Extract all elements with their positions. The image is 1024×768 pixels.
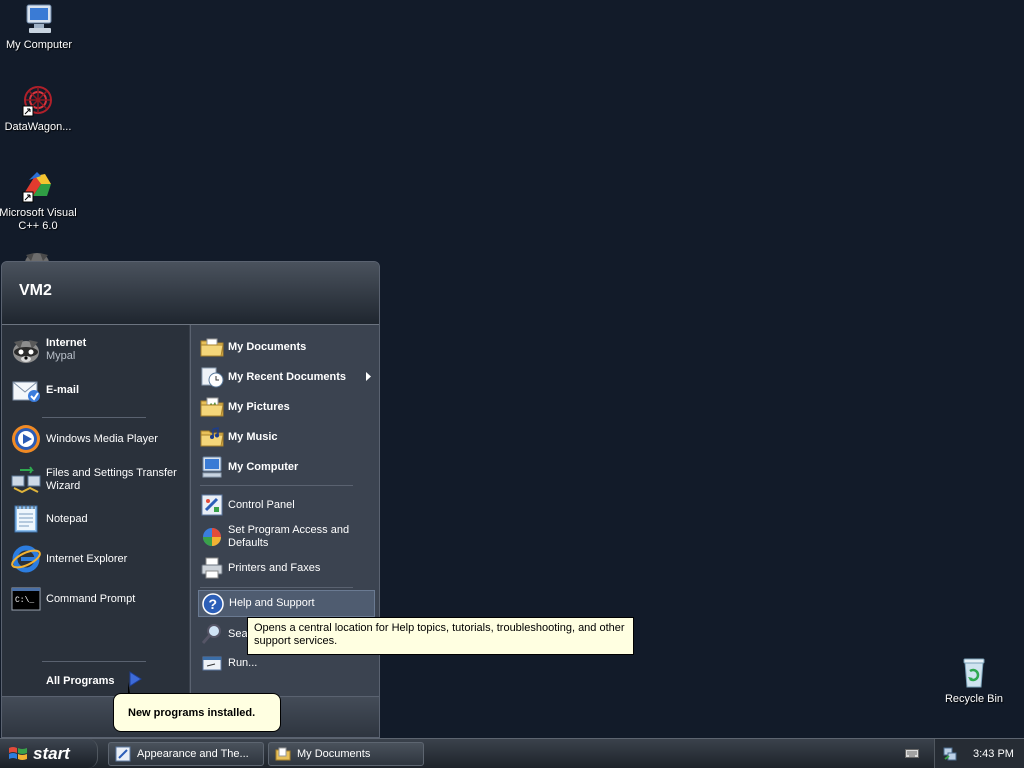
visual-cpp-icon: [21, 170, 55, 204]
recent-transfer-wizard[interactable]: Files and Settings Transfer Wizard: [10, 464, 185, 496]
computer-icon: [200, 455, 224, 479]
svg-text:C:\_: C:\_: [15, 596, 34, 605]
windows-logo-icon: [8, 745, 28, 763]
pinned-email[interactable]: E-mail: [10, 374, 180, 406]
media-player-icon: [10, 423, 42, 455]
folder-music-icon: [200, 425, 224, 449]
folder-documents-icon: [200, 335, 224, 359]
user-name: VM2: [19, 282, 52, 299]
recent-notepad[interactable]: Notepad: [10, 503, 182, 535]
mypal-icon: [10, 334, 42, 366]
transfer-wizard-icon: [10, 464, 42, 496]
run-icon: [200, 651, 224, 675]
run-label: Run...: [228, 656, 258, 669]
all-programs-button[interactable]: All Programs: [46, 671, 156, 691]
start-label: start: [33, 743, 70, 763]
pinned-internet[interactable]: Internet Mypal: [10, 334, 180, 366]
keyboard-icon[interactable]: [905, 747, 919, 759]
search-icon: [200, 622, 224, 646]
recent-docs-icon: [200, 365, 224, 389]
help-and-support[interactable]: ? Help and Support: [198, 590, 375, 617]
separator: [42, 417, 146, 418]
place-recent-documents-label: My Recent Documents: [228, 370, 346, 383]
separator: [42, 661, 146, 662]
desktop-icon-datawagon[interactable]: DataWagon...: [0, 84, 78, 134]
printer-icon: [200, 556, 224, 580]
email-icon: [10, 374, 42, 406]
desktop-icon-visual-cpp[interactable]: Microsoft Visual C++ 6.0: [0, 170, 78, 233]
datawagon-icon: [21, 84, 55, 118]
place-my-computer[interactable]: My Computer: [200, 454, 375, 480]
system-control-panel[interactable]: Control Panel: [200, 492, 375, 518]
start-menu-header: VM2: [2, 262, 379, 325]
start-menu-programs-pane: Internet Mypal E-mail Windows Media Play…: [2, 325, 189, 696]
system-program-defaults[interactable]: Set Program Access and Defaults: [200, 523, 375, 551]
pinned-internet-title: Internet: [46, 337, 87, 349]
place-my-pictures-label: My Pictures: [228, 400, 290, 413]
new-programs-balloon[interactable]: New programs installed.: [113, 682, 281, 732]
taskbar-button-my-documents-label: My Documents: [297, 748, 371, 760]
recent-notepad-label: Notepad: [46, 512, 88, 525]
recent-transfer-wizard-label: Files and Settings Transfer Wizard: [46, 467, 177, 492]
network-icon[interactable]: [943, 747, 957, 761]
help-tooltip: Opens a central location for Help topics…: [247, 617, 634, 655]
system-printers-faxes[interactable]: Printers and Faxes: [200, 555, 375, 581]
ie-icon: [10, 543, 42, 575]
recent-media-player[interactable]: Windows Media Player: [10, 423, 182, 455]
place-recent-documents[interactable]: My Recent Documents: [200, 364, 375, 390]
balloon-text: New programs installed.: [128, 706, 256, 719]
notepad-icon: [10, 503, 42, 535]
place-my-computer-label: My Computer: [228, 460, 299, 473]
recent-internet-explorer[interactable]: Internet Explorer: [10, 543, 182, 575]
start-menu: VM2 Internet Mypal E-mail Windows Media: [1, 261, 380, 738]
taskbar-button-my-documents[interactable]: My Documents: [268, 742, 424, 766]
desktop-icon-recycle-bin[interactable]: Recycle Bin: [934, 656, 1014, 706]
all-programs-arrow-icon: [128, 671, 143, 691]
control-panel-icon: [200, 493, 224, 517]
desktop-icon-my-computer[interactable]: My Computer: [0, 2, 79, 52]
hidden-desktop-icon: [22, 247, 52, 261]
system-program-defaults-label: Set Program Access and Defaults: [228, 524, 350, 549]
svg-text:?: ?: [209, 596, 218, 612]
start-button[interactable]: start: [0, 739, 98, 768]
recent-internet-explorer-label: Internet Explorer: [46, 552, 128, 565]
folder-pictures-icon: [200, 395, 224, 419]
recycle-bin-icon: [957, 656, 991, 690]
clock[interactable]: 3:43 PM: [973, 748, 1014, 760]
recent-media-player-label: Windows Media Player: [46, 432, 158, 445]
pinned-email-title: E-mail: [46, 383, 80, 396]
system-printers-faxes-label: Printers and Faxes: [228, 561, 321, 574]
cmd-icon: C:\_: [10, 583, 42, 615]
my-computer-icon: [22, 2, 56, 36]
help-icon: ?: [201, 592, 225, 616]
separator: [200, 587, 353, 588]
program-defaults-icon: [200, 525, 224, 549]
help-and-support-label: Help and Support: [229, 597, 315, 609]
taskbar-button-appearance[interactable]: Appearance and The...: [108, 742, 264, 766]
place-my-documents[interactable]: My Documents: [200, 334, 375, 360]
submenu-arrow-icon: [366, 372, 372, 385]
place-my-music-label: My Music: [228, 430, 278, 443]
place-my-pictures[interactable]: My Pictures: [200, 394, 375, 420]
recent-command-prompt-label: Command Prompt: [46, 592, 136, 605]
place-my-music[interactable]: My Music: [200, 424, 375, 450]
recent-command-prompt[interactable]: C:\_ Command Prompt: [10, 583, 182, 615]
separator: [200, 485, 353, 486]
control-panel-icon: [115, 746, 131, 762]
system-control-panel-label: Control Panel: [228, 498, 295, 511]
system-tray: 3:43 PM: [934, 739, 1024, 768]
taskbar: start Appearance and The... My Documents…: [0, 738, 1024, 768]
all-programs-label: All Programs: [46, 674, 115, 687]
place-my-documents-label: My Documents: [228, 340, 307, 353]
pinned-internet-subtitle: Mypal: [46, 350, 76, 362]
taskbar-button-appearance-label: Appearance and The...: [137, 748, 249, 760]
folder-icon: [275, 746, 291, 762]
